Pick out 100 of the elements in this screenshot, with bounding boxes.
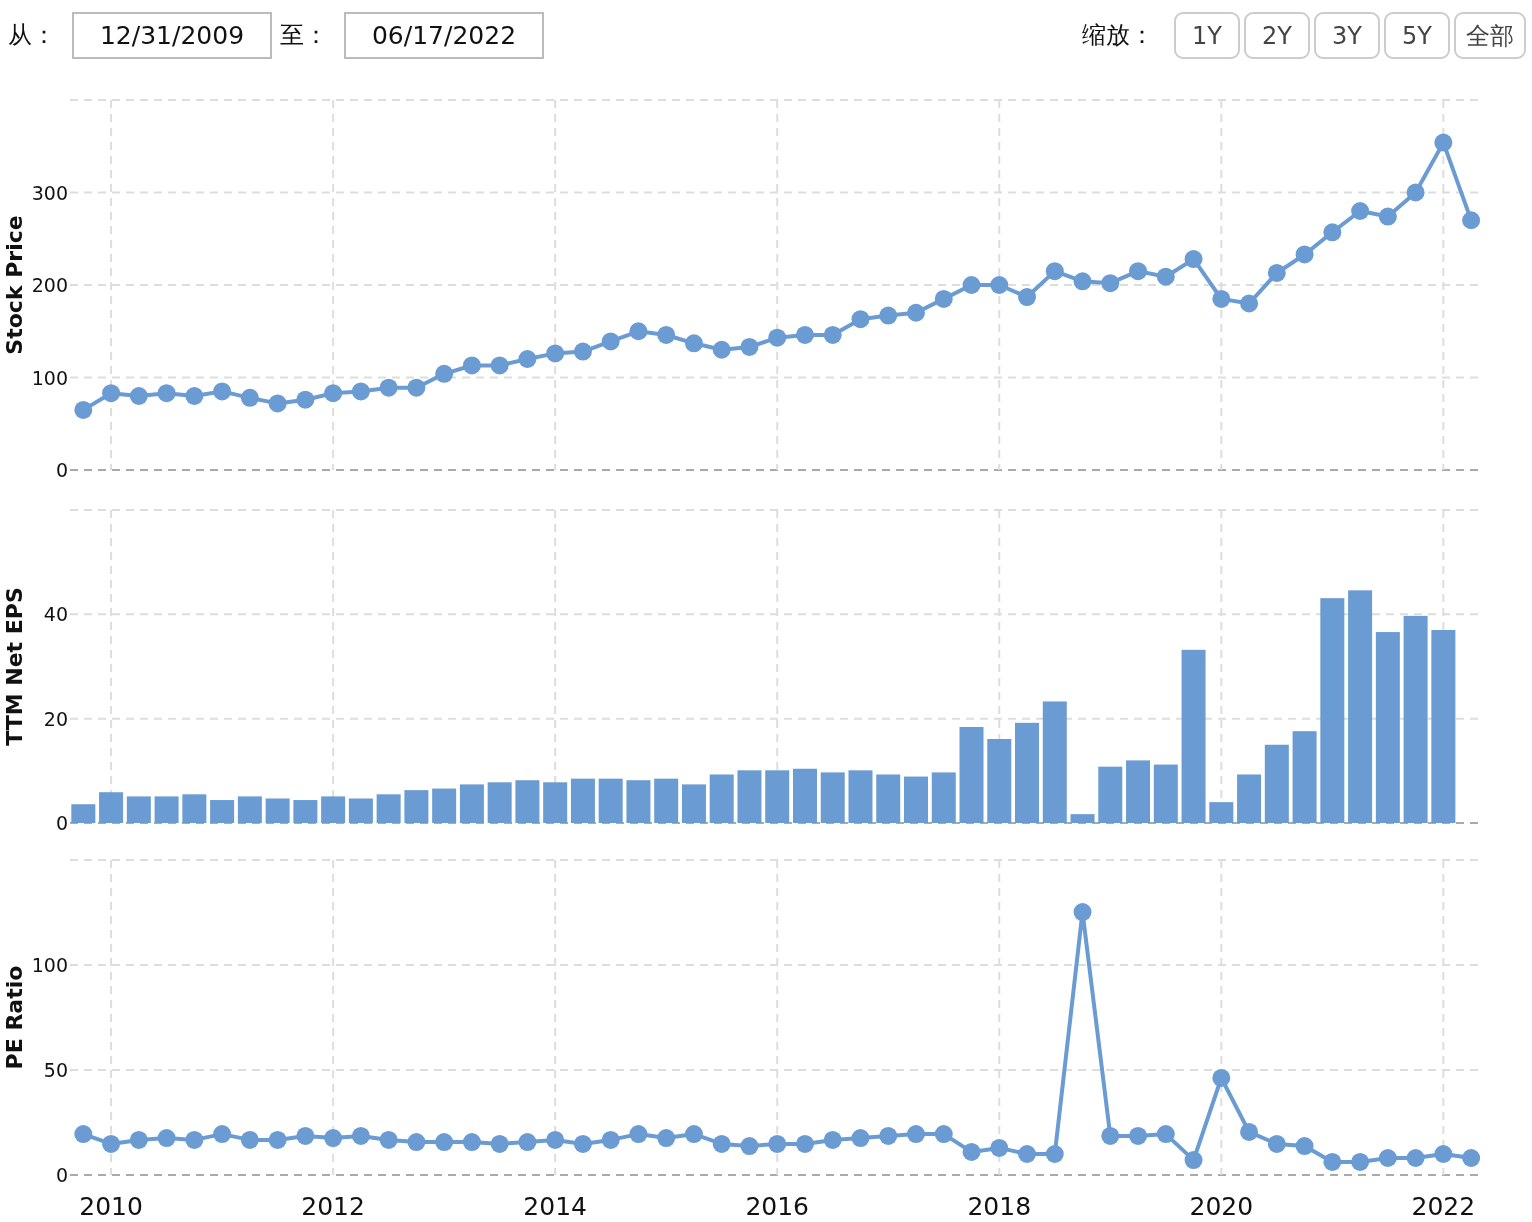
chart-bar bbox=[99, 792, 124, 823]
chart-point bbox=[102, 1134, 121, 1153]
chart-bar bbox=[154, 796, 179, 823]
x-axis-label: 2020 bbox=[1189, 1192, 1254, 1221]
axis-title: Stock Price bbox=[2, 215, 27, 355]
chart-point bbox=[351, 382, 370, 401]
chart-point bbox=[1018, 288, 1036, 306]
chart-point bbox=[1351, 1153, 1370, 1171]
chart-bar bbox=[459, 784, 484, 823]
chart-point bbox=[823, 325, 842, 344]
chart-point bbox=[546, 344, 565, 363]
chart-point bbox=[324, 384, 343, 403]
chart-point bbox=[1156, 1125, 1175, 1144]
chart-point bbox=[1129, 262, 1148, 281]
chart-point bbox=[768, 1134, 787, 1153]
chart-point bbox=[1323, 1153, 1342, 1171]
chart-point bbox=[1073, 272, 1092, 291]
chart-point bbox=[601, 332, 620, 351]
chart-bar bbox=[1126, 760, 1151, 823]
chart-point bbox=[1240, 294, 1259, 313]
chart-point bbox=[768, 328, 787, 347]
y-axis-label: 50 bbox=[43, 1059, 68, 1081]
chart-bar bbox=[182, 794, 207, 823]
chart-bar bbox=[709, 774, 734, 823]
chart-point bbox=[1434, 133, 1453, 152]
chart-bar bbox=[515, 780, 540, 823]
y-axis-label: 0 bbox=[55, 812, 68, 834]
chart-point bbox=[740, 1137, 759, 1155]
axis-title: PE Ratio bbox=[2, 965, 27, 1070]
chart-point bbox=[601, 1130, 620, 1149]
chart-bar bbox=[487, 782, 512, 823]
chart-bar bbox=[265, 798, 290, 823]
chart-point bbox=[490, 1134, 509, 1153]
chart-point bbox=[185, 387, 204, 405]
chart-point bbox=[879, 306, 898, 325]
chart-point bbox=[296, 1126, 315, 1145]
chart-point bbox=[1406, 1149, 1425, 1167]
chart-point bbox=[518, 350, 537, 368]
chart-point bbox=[907, 303, 925, 322]
chart-bar bbox=[348, 798, 373, 823]
chart-point bbox=[1295, 1137, 1314, 1155]
from-date-field[interactable]: 12/31/2009 bbox=[72, 12, 272, 59]
chart-bar bbox=[820, 772, 845, 823]
chart-point bbox=[1462, 1149, 1481, 1167]
zoom-button[interactable]: 1Y bbox=[1174, 12, 1240, 59]
to-date-field[interactable]: 06/17/2022 bbox=[344, 12, 544, 59]
zoom-button[interactable]: 全部 bbox=[1454, 12, 1526, 59]
chart-bar bbox=[848, 770, 873, 823]
chart-point bbox=[990, 1138, 1009, 1157]
chart-bar bbox=[931, 772, 956, 823]
x-axis-label: 2010 bbox=[79, 1192, 143, 1221]
chart-point bbox=[1323, 223, 1342, 242]
chart-bar bbox=[681, 784, 706, 823]
chart-point bbox=[712, 340, 731, 359]
chart-point bbox=[1434, 1145, 1453, 1163]
chart-point bbox=[1351, 202, 1370, 220]
y-axis-label: 20 bbox=[43, 707, 68, 730]
zoom-button[interactable]: 5Y bbox=[1384, 12, 1450, 59]
chart-point bbox=[1267, 1134, 1286, 1153]
x-axis-label: 2018 bbox=[967, 1192, 1032, 1221]
chart-bar bbox=[1153, 764, 1178, 823]
chart-point bbox=[629, 1125, 648, 1144]
zoom-button[interactable]: 3Y bbox=[1314, 12, 1380, 59]
chart-point bbox=[1378, 207, 1397, 226]
chart-bar bbox=[126, 796, 151, 823]
chart-point bbox=[573, 1134, 592, 1153]
chart-point bbox=[462, 356, 481, 375]
chart-point bbox=[185, 1130, 204, 1149]
y-axis-label: 40 bbox=[43, 603, 68, 626]
chart-point bbox=[1462, 211, 1481, 230]
y-axis-label: 0 bbox=[55, 459, 68, 481]
chart-bar bbox=[71, 804, 96, 823]
chart-bar bbox=[876, 774, 901, 823]
y-axis-label: 100 bbox=[31, 366, 68, 389]
chart-bar bbox=[570, 778, 595, 823]
chart-point bbox=[407, 378, 426, 397]
from-label: 从： bbox=[8, 20, 56, 51]
chart-point bbox=[129, 1130, 148, 1149]
chart-point bbox=[407, 1133, 426, 1152]
chart-point bbox=[1378, 1149, 1397, 1167]
chart-point bbox=[546, 1130, 565, 1149]
chart-point bbox=[1240, 1122, 1259, 1141]
x-axis-label: 2022 bbox=[1411, 1192, 1476, 1221]
chart-point bbox=[851, 310, 870, 329]
chart-point bbox=[657, 325, 676, 344]
chart-point bbox=[1406, 183, 1425, 202]
zoom-button[interactable]: 2Y bbox=[1244, 12, 1310, 59]
chart-point bbox=[1184, 1151, 1203, 1170]
chart-bar bbox=[1209, 802, 1234, 823]
chart-point bbox=[962, 276, 981, 294]
y-axis-label: 100 bbox=[31, 954, 68, 976]
chart-point bbox=[1212, 289, 1231, 308]
chart-point bbox=[879, 1126, 898, 1145]
chart-point bbox=[573, 342, 592, 361]
chart-point bbox=[74, 1125, 93, 1144]
chart-point bbox=[934, 289, 953, 308]
chart-bar bbox=[1098, 766, 1123, 823]
chart-point bbox=[1045, 262, 1064, 281]
x-axis-label: 2012 bbox=[301, 1192, 365, 1221]
x-axis-label: 2014 bbox=[523, 1192, 587, 1221]
